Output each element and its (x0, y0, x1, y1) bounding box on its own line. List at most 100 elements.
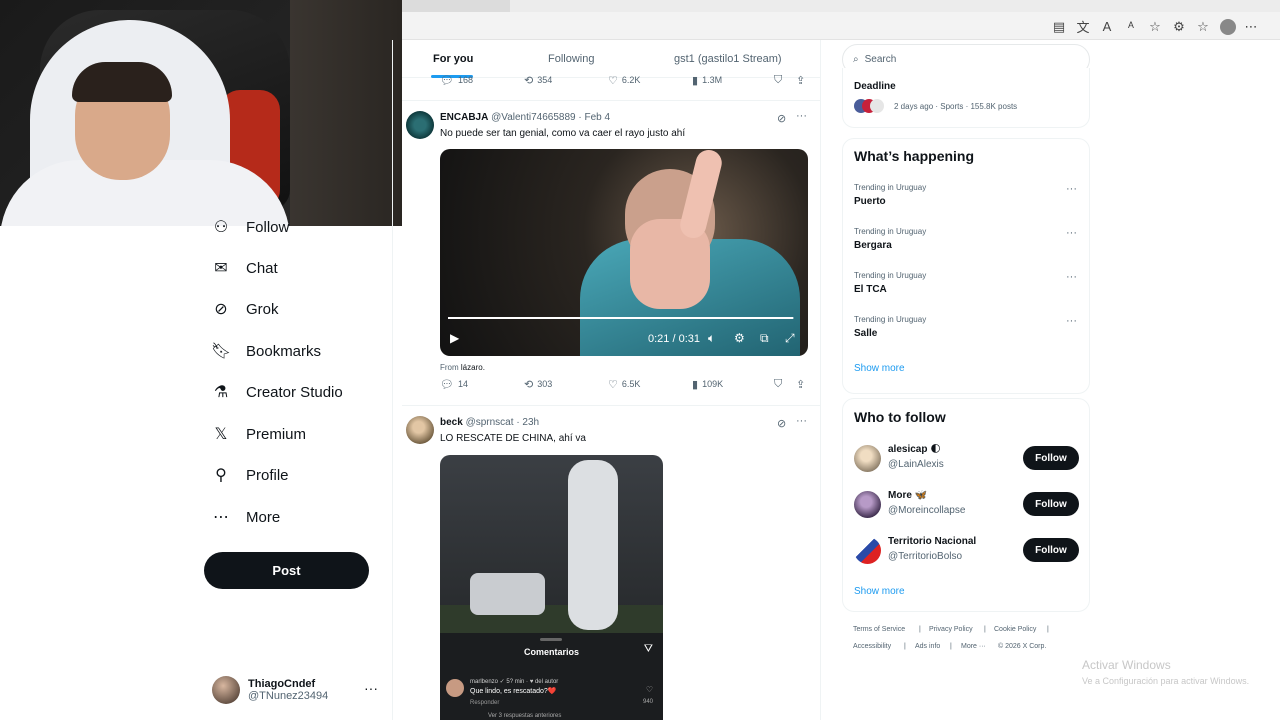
like-button[interactable]: ♡ 6.2K (608, 74, 640, 87)
tweet-image[interactable]: Comentarios ⛛ marlbenzo ✓ 5? min · ♥ del… (440, 455, 663, 720)
grok-analyze-icon[interactable]: ⊘ (777, 417, 786, 430)
like-button[interactable]: ♡ 6.5K (608, 378, 640, 391)
volume-icon[interactable]: 🔈︎ (708, 331, 715, 346)
browser-menu-icon[interactable]: ⋯ (1244, 19, 1258, 35)
footer-separator: | (984, 626, 986, 633)
settings-icon[interactable]: ⚙ (734, 331, 745, 345)
x-logo-icon: 𝕏 (214, 426, 228, 443)
read-aloud-icon[interactable]: A (1100, 19, 1114, 34)
tab-following[interactable]: Following (548, 53, 594, 65)
nav-item-more[interactable]: ⋯ More (212, 508, 280, 527)
show-more-link[interactable]: Show more (854, 586, 905, 597)
play-icon[interactable]: ▶ (450, 331, 459, 345)
post-button[interactable]: Post (204, 552, 369, 589)
avatar[interactable] (406, 111, 434, 139)
footer-ads-info[interactable]: Ads info (915, 643, 940, 650)
trend-more-icon[interactable]: ··· (1066, 271, 1077, 283)
repost-button[interactable]: ⟲ 354 (524, 74, 552, 87)
footer-separator: | (1047, 626, 1049, 633)
tweet-more-icon[interactable]: ··· (796, 110, 807, 122)
tweet-author-handle[interactable]: @Valenti74665889 (491, 112, 575, 123)
footer-privacy[interactable]: Privacy Policy (929, 626, 973, 633)
trend-name[interactable]: Salle (854, 328, 877, 339)
follow-name[interactable]: More 🦋 (888, 490, 927, 501)
footer-accessibility[interactable]: Accessibility (853, 643, 891, 650)
follow-button[interactable]: Follow (1023, 446, 1079, 470)
nav-label: Premium (246, 425, 307, 443)
nav-item-bookmarks[interactable]: 🔖︎ Bookmarks (211, 342, 321, 361)
account-switcher[interactable]: ThiagoCndef @TNunez23494 ··· (212, 674, 382, 706)
tab-for-you[interactable]: For you (433, 53, 473, 65)
nav-item-follow[interactable]: ⚇ Follow (212, 218, 290, 237)
account-more-icon[interactable]: ··· (364, 680, 378, 696)
video-player[interactable]: ▶ 0:21 / 0:31 🔈︎ ⚙ ⧉ ⤢ (440, 149, 808, 356)
bookmark-icon: ⛉ (774, 377, 783, 390)
filter-icon: ⛛ (643, 643, 653, 655)
footer-terms[interactable]: Terms of Service (853, 626, 905, 633)
avatar[interactable] (854, 445, 881, 472)
trend-name[interactable]: Puerto (854, 196, 886, 207)
font-icon[interactable]: ᴬ (1124, 19, 1138, 34)
views-button[interactable]: ▮ 109K (692, 378, 723, 391)
nav-item-premium[interactable]: 𝕏 Premium (212, 425, 307, 444)
bookmark-button[interactable]: ⛉ (774, 378, 782, 391)
follow-name[interactable]: alesicap 🌓 (888, 444, 941, 455)
views-button[interactable]: ▮ 1.3M (692, 74, 722, 87)
avatar (212, 676, 240, 704)
show-more-link[interactable]: Show more (854, 363, 905, 374)
trend-more-icon[interactable]: ··· (1066, 183, 1077, 195)
trend-more-icon[interactable]: ··· (1066, 227, 1077, 239)
trend-name[interactable]: Bergara (854, 240, 892, 251)
fullscreen-icon[interactable]: ⤢ (785, 331, 795, 346)
trend-name[interactable]: Deadline (854, 81, 896, 92)
reply-button[interactable]: 💬︎ 168 (440, 74, 473, 87)
pip-icon[interactable]: ⧉ (760, 331, 769, 346)
favorites-star-icon[interactable]: ☆ (1148, 19, 1162, 35)
tweet-date[interactable]: · 23h (516, 417, 539, 428)
nav-item-grok[interactable]: ⊘ Grok (212, 300, 278, 319)
avatar[interactable] (406, 416, 434, 444)
tab-list-stream[interactable]: gst1 (gastilo1 Stream) (674, 53, 782, 65)
avatar[interactable] (854, 537, 881, 564)
extensions-icon[interactable]: ⚙ (1172, 19, 1186, 35)
nav-item-creator-studio[interactable]: ⚗ Creator Studio (212, 383, 343, 402)
media-source-link[interactable]: lázaro. (461, 363, 485, 372)
creator-studio-icon: ⚗ (213, 384, 229, 401)
translate-icon[interactable]: 文 (1076, 17, 1090, 36)
trend-card-partial (842, 68, 1090, 128)
browser-active-tab[interactable] (510, 0, 1280, 12)
trend-meta: 2 days ago · Sports · 155.8K posts (894, 102, 1018, 111)
footer-more[interactable]: More ··· (961, 643, 986, 650)
tweet-author-name[interactable]: ENCABJA (440, 112, 488, 123)
tweet-more-icon[interactable]: ··· (796, 415, 807, 427)
reply-button[interactable]: 💬︎ 14 (440, 378, 468, 391)
avatar[interactable] (854, 491, 881, 518)
follow-button[interactable]: Follow (1023, 538, 1079, 562)
footer-cookie[interactable]: Cookie Policy (994, 626, 1036, 633)
tweet-author-name[interactable]: beck (440, 417, 463, 428)
tweet-date[interactable]: · Feb 4 (578, 112, 610, 123)
repost-button[interactable]: ⟲ 303 (524, 378, 552, 391)
windows-watermark-subtitle: Ve a Configuración para activar Windows. (1082, 676, 1250, 686)
footer-copyright: © 2026 X Corp. (998, 643, 1047, 650)
trend-more-icon[interactable]: ··· (1066, 315, 1077, 327)
share-button[interactable]: ⇪ (796, 74, 805, 87)
grok-icon: ⊘ (214, 301, 228, 318)
repost-icon: ⟲ (524, 378, 534, 391)
share-button[interactable]: ⇪ (796, 378, 805, 391)
nav-item-profile[interactable]: ⚲ Profile (212, 466, 288, 485)
reading-view-icon[interactable]: ▤ (1052, 19, 1066, 35)
grok-analyze-icon[interactable]: ⊘ (777, 112, 786, 125)
reply-icon: 💬︎ (440, 378, 454, 391)
bookmark-button[interactable]: ⛉ (774, 74, 782, 87)
tweet-author-handle[interactable]: @sprnscat (466, 417, 514, 428)
nav-item-chat[interactable]: ✉ Chat (212, 259, 277, 278)
follow-name[interactable]: Territorio Nacional (888, 536, 976, 547)
follow-button[interactable]: Follow (1023, 492, 1079, 516)
more-circle-icon: ⋯ (213, 509, 229, 526)
chat-icon: ✉ (214, 260, 228, 277)
browser-toolbar-icons: ▤ 文 A ᴬ ☆ ⚙ ☆ ⋯ (1052, 17, 1258, 36)
collections-icon[interactable]: ☆ (1196, 19, 1210, 35)
profile-icon[interactable] (1220, 18, 1236, 35)
trend-name[interactable]: El TCA (854, 284, 887, 295)
